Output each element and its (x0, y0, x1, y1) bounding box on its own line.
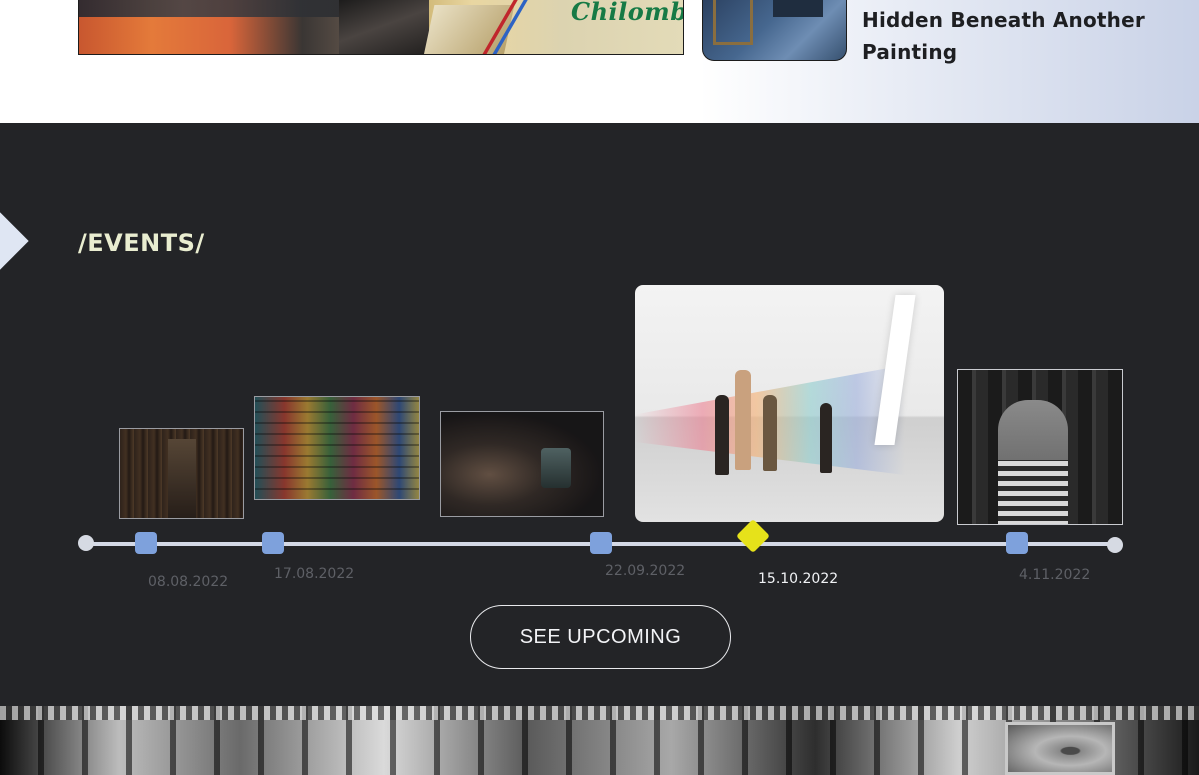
event-image-portrait[interactable] (957, 369, 1123, 525)
timeline-marker-2[interactable] (262, 532, 284, 554)
poster-lettering: Chilombia (571, 0, 683, 26)
architecture-banner-image (0, 706, 1199, 775)
timeline-end-dot (1107, 537, 1123, 553)
torn-poster-image[interactable]: Chilombia (78, 0, 684, 55)
article-title[interactable]: Hidden Beneath Another Painting (862, 4, 1182, 68)
timeline-start-dot (78, 535, 94, 551)
framed-eye-portrait (1005, 722, 1115, 775)
events-heading: /EVENTS/ (78, 229, 205, 257)
featured-articles: Chilombia Hidden Beneath Another Paintin… (0, 0, 1199, 123)
event-date: 22.09.2022 (605, 563, 686, 579)
event-date: 17.08.2022 (274, 566, 355, 582)
event-date: 08.08.2022 (148, 574, 229, 590)
timeline-marker-1[interactable] (135, 532, 157, 554)
event-date-active: 15.10.2022 (758, 571, 839, 587)
timeline-marker-active[interactable] (736, 519, 770, 553)
event-image-gallery[interactable] (635, 285, 944, 522)
event-image-books[interactable] (254, 396, 420, 500)
article-thumbnail[interactable] (702, 0, 847, 61)
side-arrow-icon[interactable] (0, 211, 29, 271)
timeline-marker-3[interactable] (590, 532, 612, 554)
see-upcoming-button[interactable]: SEE UPCOMING (470, 605, 731, 669)
event-image-library[interactable] (119, 428, 244, 519)
event-date: 4.11.2022 (1019, 567, 1091, 583)
timeline-marker-5[interactable] (1006, 532, 1028, 554)
events-section: /EVENTS/ 08.08.2022 17.08.2022 22.09.202… (0, 123, 1199, 706)
event-image-party[interactable] (440, 411, 604, 517)
